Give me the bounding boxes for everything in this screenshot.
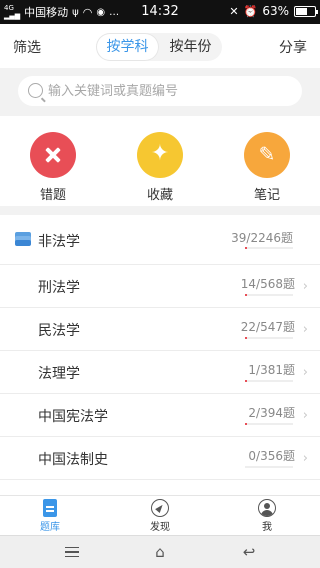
progress-fill	[245, 247, 247, 249]
subject-count: 2/394题	[248, 406, 295, 420]
progress-fill	[245, 294, 247, 296]
system-nav-bar: ⌂ ↩	[0, 535, 320, 568]
battery-fill	[296, 7, 308, 15]
battery-percent: 63%	[262, 4, 289, 18]
notes-button[interactable]: ✎ 笔记	[232, 132, 302, 203]
list-item[interactable]: 中国法制史 0/356题 ›	[0, 437, 320, 480]
system-menu-button[interactable]	[57, 542, 87, 562]
chevron-right-icon: ›	[302, 365, 308, 380]
list-item[interactable]: 刑法学 14/568题 ›	[0, 265, 320, 308]
favorites-label: 收藏	[146, 188, 173, 203]
subject-progress	[245, 380, 293, 382]
status-right: ✕ ⏰ 63%	[229, 4, 318, 18]
chevron-right-icon: ›	[302, 279, 308, 294]
tab-by-subject[interactable]: 按学科	[96, 33, 159, 61]
category-count: 39/2246题	[231, 231, 293, 245]
battery-icon	[294, 5, 318, 17]
chevron-right-icon: ›	[302, 451, 308, 466]
category-progress	[245, 247, 293, 249]
chevron-right-icon: ›	[302, 322, 308, 337]
subject-count: 0/356题	[248, 449, 295, 463]
tab-question-bank[interactable]: 题库	[20, 499, 80, 533]
subject-list: 非法学 39/2246题 刑法学 14/568题 › 民法学 22/547题 ›…	[0, 215, 320, 495]
tab-discover[interactable]: 发现	[130, 499, 190, 533]
back-icon: ↩	[242, 543, 256, 561]
home-icon: ⌂	[155, 543, 165, 561]
subject-title: 法理学	[38, 366, 80, 382]
view-toggle: 按学科 按年份	[96, 33, 222, 61]
status-bar: 4G ▂▄▆ 中国移动 ψ ◠ ◉ … 14:32 ✕ ⏰ 63%	[0, 0, 320, 24]
favorites-button[interactable]: ✦ 收藏	[125, 132, 195, 203]
search-box[interactable]	[18, 76, 302, 106]
menu-icon	[65, 547, 79, 557]
tab-label: 题库	[40, 522, 60, 533]
subject-progress	[245, 294, 293, 296]
quick-actions: 错题 ✦ 收藏 ✎ 笔记	[0, 116, 320, 206]
filter-button[interactable]: 筛选	[13, 37, 41, 57]
search-input[interactable]	[48, 76, 288, 106]
subject-progress	[245, 423, 293, 425]
category-title: 非法学	[38, 234, 80, 250]
progress-fill	[245, 337, 247, 339]
user-icon	[258, 499, 276, 517]
notes-label: 笔记	[253, 188, 280, 203]
subject-count: 22/547题	[240, 320, 295, 334]
subject-progress	[245, 337, 293, 339]
search-icon	[28, 83, 43, 98]
subject-title: 民法学	[38, 323, 80, 339]
wrong-questions-button[interactable]: 错题	[18, 132, 88, 203]
alarm-icon: ⏰	[243, 4, 258, 18]
document-icon	[43, 499, 57, 517]
tab-label: 发现	[150, 522, 170, 533]
subject-title: 中国法制史	[38, 452, 108, 468]
layers-icon	[15, 232, 31, 246]
tab-by-year[interactable]: 按年份	[159, 33, 222, 61]
pencil-icon: ✎	[244, 132, 290, 178]
subject-count: 14/568题	[240, 277, 295, 291]
subject-title: 刑法学	[38, 280, 80, 296]
chevron-right-icon: ›	[302, 408, 308, 423]
tab-me[interactable]: 我	[237, 499, 297, 533]
subject-count: 1/381题	[248, 363, 295, 377]
list-item[interactable]: 民法学 22/547题 ›	[0, 308, 320, 351]
star-icon: ✦	[137, 132, 183, 178]
progress-fill	[245, 380, 247, 382]
system-back-button[interactable]: ↩	[234, 542, 264, 562]
category-row[interactable]: 非法学 39/2246题	[0, 215, 320, 265]
top-nav: 筛选 按学科 按年份 分享	[0, 24, 320, 68]
list-item[interactable]: 中国宪法学 2/394题 ›	[0, 394, 320, 437]
list-item[interactable]: 法理学 1/381题 ›	[0, 351, 320, 394]
close-icon	[30, 132, 76, 178]
wrong-questions-label: 错题	[39, 188, 66, 203]
progress-fill	[245, 423, 247, 425]
compass-icon	[151, 499, 169, 517]
mute-icon: ✕	[229, 4, 239, 18]
search-area	[0, 68, 320, 116]
tab-label: 我	[262, 522, 272, 533]
subject-progress	[245, 466, 293, 468]
system-home-button[interactable]: ⌂	[145, 542, 175, 562]
subject-title: 中国宪法学	[38, 409, 108, 425]
bottom-tab-bar: 题库 发现 我	[0, 495, 320, 535]
share-button[interactable]: 分享	[279, 37, 307, 57]
